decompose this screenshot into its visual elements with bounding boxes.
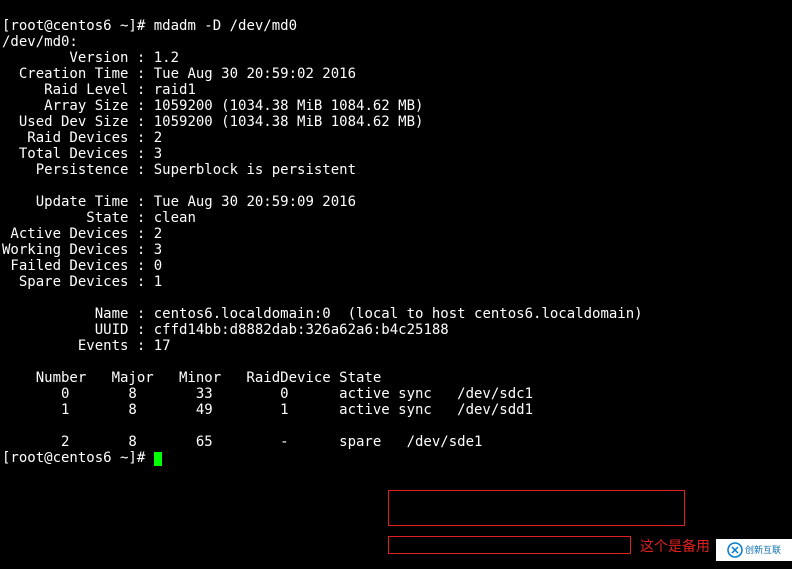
detail-update-time: Update Time : Tue Aug 30 20:59:09 2016 [2,194,356,210]
detail-uuid: UUID : cffd14bb:d8882dab:326a62a6:b4c251… [2,322,449,338]
detail-version: Version : 1.2 [2,50,179,66]
watermark-text: 创新互联 [745,542,781,558]
annotation-spare-device: 这个是备用 [640,538,710,554]
detail-raid-level: Raid Level : raid1 [2,82,196,98]
detail-active-devices: Active Devices : 2 [2,226,162,242]
detail-total-devices: Total Devices : 3 [2,146,162,162]
device-row-1: 1 8 49 1 active sync /dev/sdd1 [2,402,533,418]
detail-used-dev-size: Used Dev Size : 1059200 (1034.38 MiB 108… [2,114,423,130]
blank-line [2,354,10,370]
blank-line [2,178,10,194]
detail-array-size: Array Size : 1059200 (1034.38 MiB 1084.6… [2,98,423,114]
detail-creation-time: Creation Time : Tue Aug 30 20:59:02 2016 [2,66,356,82]
detail-persistence: Persistence : Superblock is persistent [2,162,356,178]
cursor [154,452,162,466]
detail-spare-devices: Spare Devices : 1 [2,274,162,290]
device-header: /dev/md0: [2,34,78,50]
detail-events: Events : 17 [2,338,171,354]
prompt-line-2[interactable]: [root@centos6 ~]# [2,450,162,466]
prompt-line-1: [root@centos6 ~]# mdadm -D /dev/md0 [2,18,297,34]
detail-state: State : clean [2,210,196,226]
detail-working-devices: Working Devices : 3 [2,242,162,258]
blank-line [2,290,10,306]
highlight-box-spare [388,536,631,554]
detail-failed-devices: Failed Devices : 0 [2,258,162,274]
device-row-0: 0 8 33 0 active sync /dev/sdc1 [2,386,533,402]
watermark-logo: 创新互联 [716,539,792,561]
device-table-header: Number Major Minor RaidDevice State [2,370,381,386]
blank-line [2,418,10,434]
highlight-box-active-sync [388,490,685,526]
logo-icon [727,542,743,558]
terminal-output[interactable]: [root@centos6 ~]# mdadm -D /dev/md0 /dev… [2,2,643,466]
device-row-spare: 2 8 65 - spare /dev/sde1 [2,434,482,450]
detail-name: Name : centos6.localdomain:0 (local to h… [2,306,643,322]
detail-raid-devices: Raid Devices : 2 [2,130,162,146]
